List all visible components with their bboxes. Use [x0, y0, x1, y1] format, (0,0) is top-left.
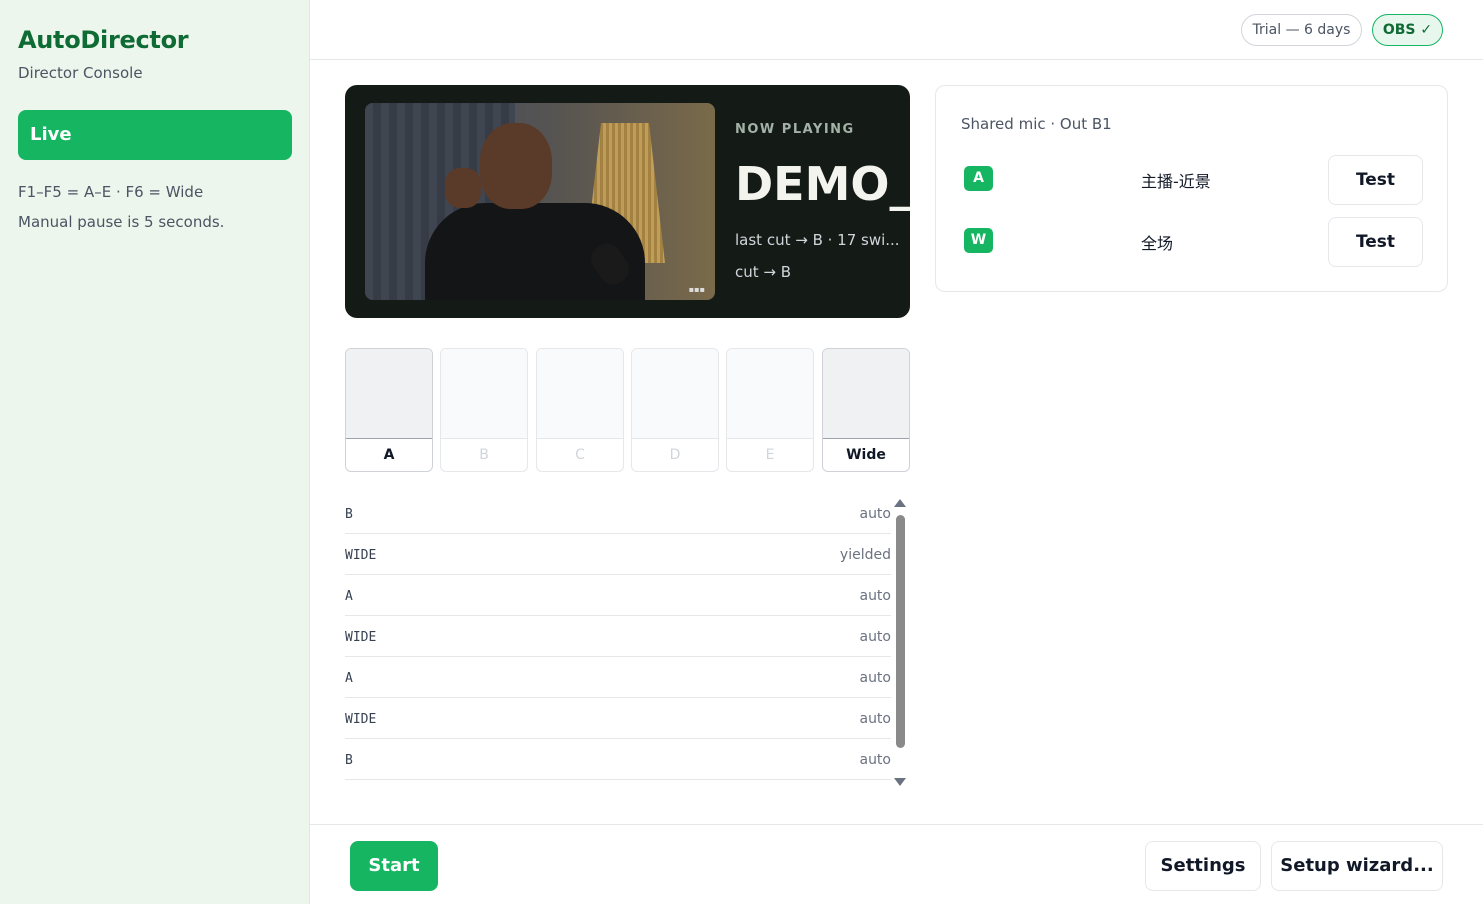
log-mode: auto — [859, 506, 891, 522]
scroll-up-arrow-icon[interactable] — [894, 499, 906, 507]
last-cut-info: last cut → B · 17 swi... — [735, 231, 900, 249]
list-item: Aauto — [345, 575, 891, 616]
sidebar: AutoDirector Director Console Live F1–F5… — [0, 0, 310, 904]
camera-preview — [823, 349, 909, 439]
header: Trial — 6 days OBS ✓ — [310, 0, 1483, 60]
test-button[interactable]: Test — [1328, 217, 1423, 267]
list-item: WIDE yielded — [345, 534, 891, 575]
list-item: Aauto — [345, 657, 891, 698]
log-mode: auto — [859, 629, 891, 645]
camera-tile-b[interactable]: B — [440, 348, 528, 472]
camera-preview — [537, 349, 623, 439]
camera-tile-d[interactable]: D — [631, 348, 719, 472]
log-mode: auto — [859, 588, 891, 604]
settings-button[interactable]: Settings — [1145, 841, 1261, 891]
now-playing-name: DEMO_B — [735, 157, 910, 211]
mic-scene-name: 主播-近景 — [1141, 172, 1211, 191]
now-playing-thumbnail: ▪▪▪ — [365, 103, 715, 300]
mic-key-badge: A — [964, 166, 993, 191]
camera-tile-a[interactable]: A — [345, 348, 433, 472]
scroll-down-arrow-icon[interactable] — [894, 778, 906, 786]
shared-mic-panel: Shared mic · Out B1 A 主播-近景 Test W 全场 Te… — [935, 85, 1448, 292]
camera-preview — [727, 349, 813, 439]
log-camera: WIDE — [345, 711, 377, 727]
mic-panel-title: Shared mic · Out B1 — [961, 115, 1112, 133]
obs-status-badge[interactable]: OBS ✓ — [1372, 14, 1443, 46]
mic-key-badge: W — [964, 228, 993, 253]
mic-row-a: A 主播-近景 Test — [936, 155, 1449, 205]
scrollbar-thumb[interactable] — [896, 515, 905, 748]
list-item: WIDE auto — [345, 616, 891, 657]
camera-label: C — [575, 447, 585, 463]
log-camera: B — [345, 506, 353, 522]
camera-label: Wide — [846, 447, 886, 463]
log-mode: yielded — [839, 547, 891, 563]
pause-hint: Manual pause is 5 seconds. — [18, 213, 225, 231]
camera-label: E — [765, 447, 775, 463]
list-item: Bauto — [345, 493, 891, 534]
cut-info: cut → B — [735, 263, 792, 281]
setup-wizard-button[interactable]: Setup wizard... — [1271, 841, 1443, 891]
camera-tile-wide[interactable]: Wide — [822, 348, 910, 472]
app-subtitle: Director Console — [18, 64, 143, 82]
hotkey-hint: F1–F5 = A–E · F6 = Wide — [18, 183, 204, 201]
camera-preview — [346, 349, 432, 439]
start-button[interactable]: Start — [350, 841, 438, 891]
sidebar-item-live[interactable]: Live — [18, 110, 292, 160]
now-playing-card: ▪▪▪ NOW PLAYING DEMO_B last cut → B · 17… — [345, 85, 910, 318]
camera-label: A — [383, 447, 395, 463]
camera-tile-c[interactable]: C — [536, 348, 624, 472]
trial-badge: Trial — 6 days — [1241, 14, 1362, 46]
mic-row-w: W 全场 Test — [936, 217, 1449, 267]
log-camera: WIDE — [345, 547, 377, 563]
log-camera: A — [345, 670, 353, 686]
mic-scene-name: 全场 — [1141, 234, 1174, 253]
camera-preview — [632, 349, 718, 439]
now-playing-label: NOW PLAYING — [735, 122, 855, 137]
list-item: Bauto — [345, 739, 891, 780]
camera-tile-e[interactable]: E — [726, 348, 814, 472]
test-button[interactable]: Test — [1328, 155, 1423, 205]
camera-label: B — [479, 447, 489, 463]
log-mode: auto — [859, 711, 891, 727]
footer-bar: Start Settings Setup wizard... — [310, 824, 1483, 904]
log-mode: auto — [859, 752, 891, 768]
cut-log-list[interactable]: Bauto WIDE yielded Aauto WIDE auto Aauto W… — [345, 493, 891, 785]
log-mode: auto — [859, 670, 891, 686]
camera-preview — [441, 349, 527, 439]
log-camera: WIDE — [345, 629, 377, 645]
camera-label: D — [669, 447, 681, 463]
log-camera: A — [345, 588, 353, 604]
list-item: WIDE auto — [345, 698, 891, 739]
log-camera: B — [345, 752, 353, 768]
app-title: AutoDirector — [18, 26, 189, 54]
